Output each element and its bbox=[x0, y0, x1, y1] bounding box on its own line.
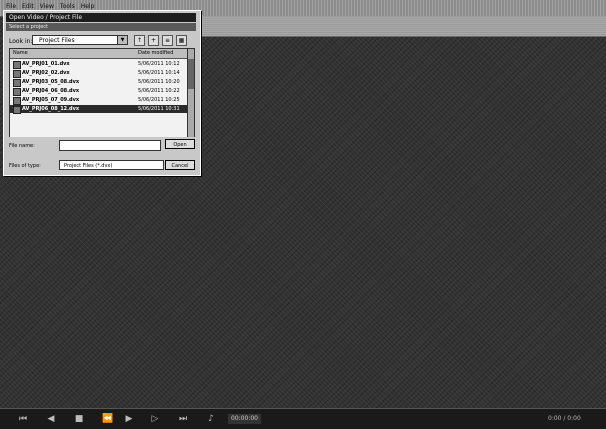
step-forward-icon[interactable]: ▷ bbox=[150, 414, 160, 424]
list-view-icon[interactable]: ≡ bbox=[162, 35, 173, 46]
vertical-scrollbar[interactable] bbox=[187, 48, 195, 140]
file-list-header: Name Date modified bbox=[10, 49, 188, 59]
rewind-icon[interactable]: ⏪ bbox=[102, 414, 113, 424]
file-type-value: Project Files (*.dvx) bbox=[64, 163, 113, 169]
toolbar-strip bbox=[200, 16, 606, 37]
new-folder-icon[interactable]: + bbox=[148, 35, 159, 46]
file-date: 5/06/2011 10:12 bbox=[138, 61, 180, 67]
go-end-icon[interactable]: ⏭ bbox=[178, 414, 188, 424]
file-date: 5/06/2011 10:22 bbox=[138, 88, 180, 94]
file-icon bbox=[13, 70, 21, 78]
file-icon bbox=[13, 79, 21, 87]
file-icon bbox=[13, 97, 21, 105]
step-back-icon[interactable]: ◀ bbox=[46, 414, 56, 424]
dialog-title: Open Video / Project File bbox=[6, 13, 196, 22]
cancel-button[interactable]: Cancel bbox=[165, 160, 195, 170]
file-icon bbox=[13, 106, 21, 114]
file-date: 5/06/2011 10:31 bbox=[138, 106, 180, 112]
transport-bar: ⏮ ◀ ■ ⏪ ▶ ▷ ⏭ ♪ 00:00:00 0:00 / 0:00 bbox=[0, 408, 606, 429]
file-row[interactable]: AV_PRJ04_06_08.dvx 5/06/2011 10:22 bbox=[10, 87, 188, 96]
file-date: 5/06/2011 10:25 bbox=[138, 97, 180, 103]
file-row[interactable]: AV_PRJ03_05_08.dvx 5/06/2011 10:20 bbox=[10, 78, 188, 87]
scroll-thumb[interactable] bbox=[188, 59, 194, 89]
file-name: AV_PRJ03_05_08.dvx bbox=[22, 79, 80, 85]
file-name: AV_PRJ01_01.dvx bbox=[22, 61, 70, 67]
look-in-select[interactable]: Project Files ▼ bbox=[32, 35, 128, 45]
play-icon[interactable]: ▶ bbox=[124, 414, 134, 424]
open-file-dialog: Open Video / Project File Select a proje… bbox=[3, 10, 201, 154]
dialog-footer: File name: Open Files of type: Project F… bbox=[3, 137, 201, 176]
volume-icon[interactable]: ♪ bbox=[206, 414, 216, 424]
file-row[interactable]: AV_PRJ01_01.dvx 5/06/2011 10:12 bbox=[10, 60, 188, 69]
details-view-icon[interactable]: ▦ bbox=[176, 35, 187, 46]
timecode-display: 00:00:00 bbox=[228, 414, 261, 424]
look-in-label: Look in: bbox=[9, 38, 33, 45]
chevron-down-icon[interactable]: ▼ bbox=[117, 36, 127, 44]
file-icon bbox=[13, 88, 21, 96]
up-folder-icon[interactable]: ↑ bbox=[134, 35, 145, 46]
file-date: 5/06/2011 10:14 bbox=[138, 70, 180, 76]
duration-readout: 0:00 / 0:00 bbox=[548, 415, 581, 422]
file-list[interactable]: Name Date modified AV_PRJ01_01.dvx 5/06/2… bbox=[9, 48, 189, 142]
file-name-input[interactable] bbox=[59, 140, 161, 151]
look-in-value: Project Files bbox=[39, 37, 75, 44]
file-name: AV_PRJ04_06_08.dvx bbox=[22, 88, 80, 94]
file-icon bbox=[13, 61, 21, 69]
file-name: AV_PRJ02_02.dvx bbox=[22, 70, 70, 76]
file-type-select[interactable]: Project Files (*.dvx) bbox=[59, 160, 164, 170]
file-name: AV_PRJ05_07_09.dvx bbox=[22, 97, 80, 103]
file-date: 5/06/2011 10:20 bbox=[138, 79, 180, 85]
column-date-modified[interactable]: Date modified bbox=[138, 49, 173, 58]
column-name[interactable]: Name bbox=[13, 49, 28, 58]
file-name: AV_PRJ06_08_12.dvx bbox=[22, 106, 80, 112]
dialog-subtitle: Select a project bbox=[6, 23, 196, 31]
file-name-label: File name: bbox=[9, 143, 35, 149]
file-row[interactable]: AV_PRJ05_07_09.dvx 5/06/2011 10:25 bbox=[10, 96, 188, 105]
go-start-icon[interactable]: ⏮ bbox=[18, 414, 28, 424]
file-type-label: Files of type: bbox=[9, 163, 41, 169]
file-row[interactable]: AV_PRJ02_02.dvx 5/06/2011 10:14 bbox=[10, 69, 188, 78]
file-row[interactable]: AV_PRJ06_08_12.dvx 5/06/2011 10:31 bbox=[10, 105, 188, 114]
stop-icon[interactable]: ■ bbox=[74, 414, 84, 424]
open-button[interactable]: Open bbox=[165, 139, 195, 149]
